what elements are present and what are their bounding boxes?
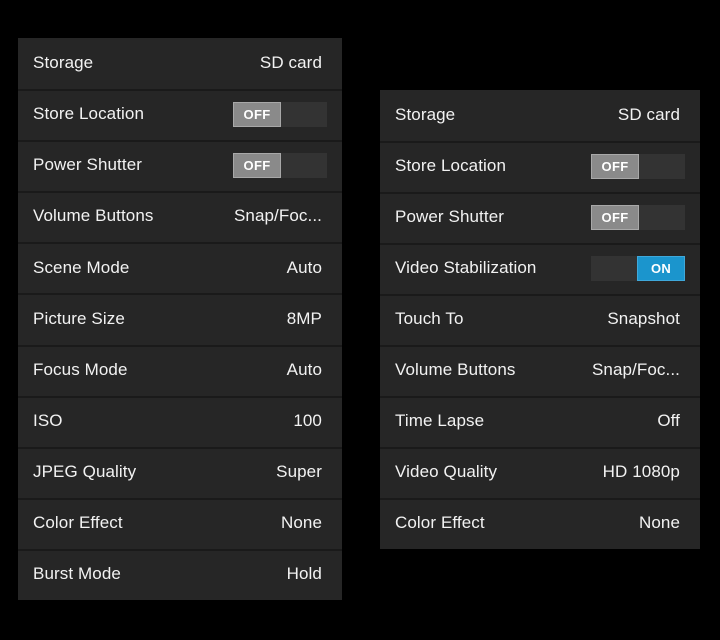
video-settings-panel: Storage SD card Store Location OFF Power Shu… <box>380 90 700 549</box>
settings-row-power-shutter[interactable]: Power Shutter OFF <box>380 192 700 243</box>
setting-label: Store Location <box>395 157 507 176</box>
setting-label: Volume Buttons <box>33 207 154 226</box>
toggle-switch-store-location[interactable]: OFF <box>591 154 685 179</box>
settings-row-power-shutter[interactable]: Power Shutter OFF <box>18 140 342 192</box>
setting-label: JPEG Quality <box>33 462 137 481</box>
settings-row-picture-size[interactable]: Picture Size 8MP <box>18 293 342 345</box>
setting-value: SD card <box>617 105 680 125</box>
setting-value: Super <box>276 461 322 481</box>
settings-row-storage[interactable]: Storage SD card <box>18 38 342 90</box>
toggle-switch-power-shutter[interactable]: OFF <box>233 153 327 179</box>
settings-row-iso[interactable]: ISO 100 <box>18 395 342 447</box>
toggle-thumb: OFF <box>591 205 639 230</box>
toggle-thumb: OFF <box>233 153 281 179</box>
setting-label: Burst Mode <box>33 565 121 584</box>
toggle-switch-video-stabilization[interactable]: ON <box>591 256 685 281</box>
setting-value: Hold <box>286 564 322 584</box>
settings-row-storage[interactable]: Storage SD card <box>380 90 700 141</box>
setting-value: 8MP <box>286 308 322 328</box>
setting-label: Video Stabilization <box>395 259 537 278</box>
settings-row-burst-mode[interactable]: Burst Mode Hold <box>18 548 342 601</box>
setting-label: ISO <box>33 411 63 430</box>
setting-value: Auto <box>286 257 322 277</box>
photo-settings-list: Storage SD card Store Location OFF Power Shu… <box>18 38 342 601</box>
setting-value: Snap/Foc... <box>233 206 322 226</box>
settings-row-store-location[interactable]: Store Location OFF <box>380 141 700 192</box>
setting-value: 100 <box>293 410 322 430</box>
setting-label: Video Quality <box>395 463 498 482</box>
settings-row-volume-buttons[interactable]: Volume Buttons Snap/Foc... <box>380 345 700 396</box>
settings-row-jpeg-quality[interactable]: JPEG Quality Super <box>18 446 342 498</box>
toggle-switch-store-location[interactable]: OFF <box>233 102 327 128</box>
toggle-thumb: ON <box>637 256 685 281</box>
setting-value: SD card <box>259 53 322 73</box>
setting-value: Snapshot <box>607 309 680 329</box>
setting-label: Volume Buttons <box>395 361 516 380</box>
setting-value: None <box>280 513 322 533</box>
video-settings-list: Storage SD card Store Location OFF Power Shu… <box>380 90 700 549</box>
settings-row-video-quality[interactable]: Video Quality HD 1080p <box>380 447 700 498</box>
setting-label: Picture Size <box>33 309 125 328</box>
setting-label: Time Lapse <box>395 412 485 431</box>
settings-row-touch-to[interactable]: Touch To Snapshot <box>380 294 700 345</box>
setting-value: None <box>638 513 680 533</box>
toggle-thumb: OFF <box>591 154 639 179</box>
setting-value: Snap/Foc... <box>591 360 680 380</box>
settings-row-color-effect[interactable]: Color Effect None <box>18 497 342 549</box>
settings-row-volume-buttons[interactable]: Volume Buttons Snap/Foc... <box>18 191 342 243</box>
setting-label: Scene Mode <box>33 258 130 277</box>
settings-row-scene-mode[interactable]: Scene Mode Auto <box>18 242 342 294</box>
settings-row-color-effect[interactable]: Color Effect None <box>380 498 700 549</box>
toggle-switch-power-shutter[interactable]: OFF <box>591 205 685 230</box>
photo-settings-panel: Storage SD card Store Location OFF Power Shu… <box>18 38 342 601</box>
setting-label: Touch To <box>395 310 464 329</box>
setting-label: Storage <box>33 54 94 73</box>
setting-label: Power Shutter <box>395 208 505 227</box>
setting-label: Store Location <box>33 105 145 124</box>
setting-value: HD 1080p <box>602 462 680 482</box>
setting-value: Off <box>657 411 680 431</box>
setting-label: Color Effect <box>395 514 485 533</box>
settings-row-video-stabilization[interactable]: Video Stabilization ON <box>380 243 700 294</box>
settings-row-store-location[interactable]: Store Location OFF <box>18 89 342 141</box>
setting-label: Storage <box>395 106 456 125</box>
setting-label: Color Effect <box>33 514 123 533</box>
settings-row-focus-mode[interactable]: Focus Mode Auto <box>18 344 342 396</box>
settings-row-time-lapse[interactable]: Time Lapse Off <box>380 396 700 447</box>
setting-label: Power Shutter <box>33 156 143 175</box>
toggle-thumb: OFF <box>233 102 281 128</box>
setting-label: Focus Mode <box>33 360 128 379</box>
setting-value: Auto <box>286 359 322 379</box>
